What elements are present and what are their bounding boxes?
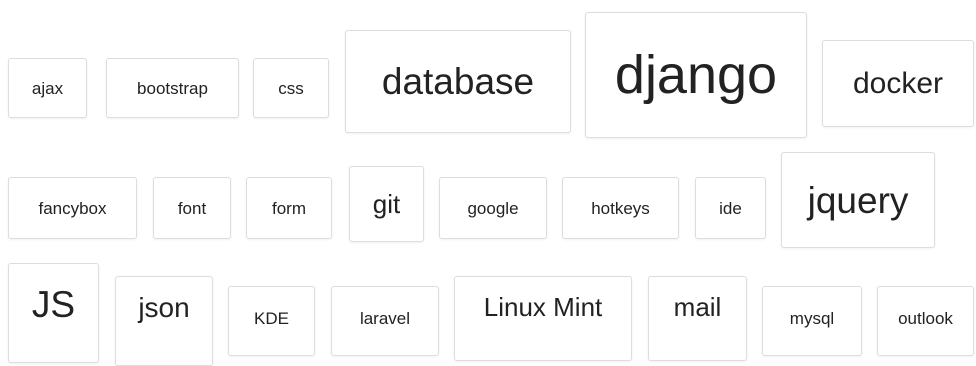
tag-js[interactable]: JS [8, 263, 99, 363]
tag-google[interactable]: google [439, 177, 547, 239]
tag-laravel[interactable]: laravel [331, 286, 439, 356]
tag-jquery[interactable]: jquery [781, 152, 935, 248]
tag-outlook[interactable]: outlook [877, 286, 974, 356]
tag-git[interactable]: git [349, 166, 424, 242]
tag-mail[interactable]: mail [648, 276, 747, 361]
tag-mysql[interactable]: mysql [762, 286, 862, 356]
tag-hotkeys[interactable]: hotkeys [562, 177, 679, 239]
tag-bootstrap[interactable]: bootstrap [106, 58, 239, 118]
tag-linux-mint[interactable]: Linux Mint [454, 276, 632, 361]
tag-fancybox[interactable]: fancybox [8, 177, 137, 239]
tag-ajax[interactable]: ajax [8, 58, 87, 118]
tag-font[interactable]: font [153, 177, 231, 239]
tag-django[interactable]: django [585, 12, 807, 138]
tag-database[interactable]: database [345, 30, 571, 133]
tag-kde[interactable]: KDE [228, 286, 315, 356]
tag-ide[interactable]: ide [695, 177, 766, 239]
tag-css[interactable]: css [253, 58, 329, 118]
tag-json[interactable]: json [115, 276, 213, 366]
tag-form[interactable]: form [246, 177, 332, 239]
tag-docker[interactable]: docker [822, 40, 974, 127]
